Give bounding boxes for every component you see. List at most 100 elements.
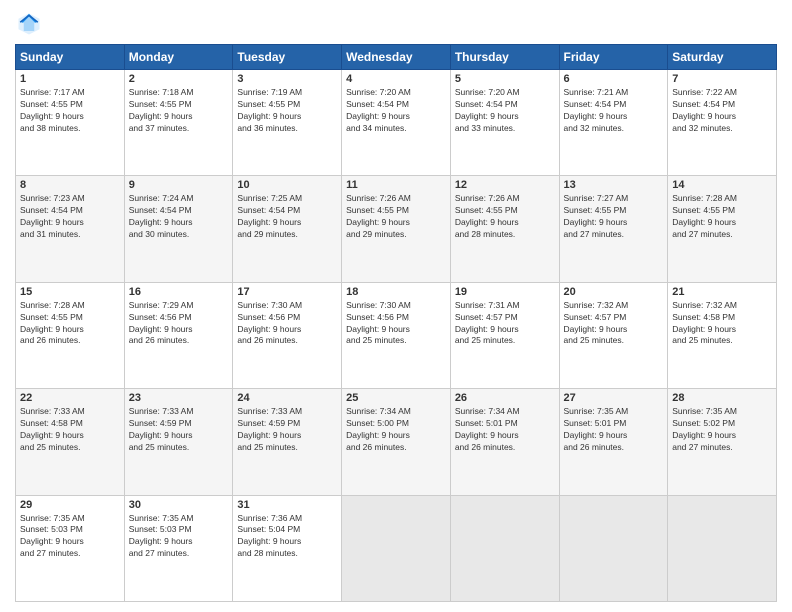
day-info: Sunrise: 7:28 AM Sunset: 4:55 PM Dayligh… — [672, 193, 772, 241]
day-number: 28 — [672, 392, 772, 404]
day-cell: 7 Sunrise: 7:22 AM Sunset: 4:54 PM Daylig… — [668, 70, 777, 176]
day-info: Sunrise: 7:25 AM Sunset: 4:54 PM Dayligh… — [237, 193, 337, 241]
week-row-5: 29 Sunrise: 7:35 AM Sunset: 5:03 PM Dayli… — [16, 495, 777, 601]
day-cell: 9Sunrise: 7:24 AM Sunset: 4:54 PM Daylig… — [124, 176, 233, 282]
day-info: Sunrise: 7:35 AM Sunset: 5:01 PM Dayligh… — [564, 406, 664, 454]
day-number: 13 — [564, 179, 664, 191]
day-cell: 16 Sunrise: 7:29 AM Sunset: 4:56 PM Dayli… — [124, 282, 233, 388]
day-number: 4 — [346, 73, 446, 85]
weekday-header-saturday: Saturday — [668, 45, 777, 70]
day-cell: 13 Sunrise: 7:27 AM Sunset: 4:55 PM Dayli… — [559, 176, 668, 282]
day-number: 31 — [237, 499, 337, 511]
weekday-header-monday: Monday — [124, 45, 233, 70]
day-number: 24 — [237, 392, 337, 404]
day-cell — [450, 495, 559, 601]
day-cell: 24 Sunrise: 7:33 AM Sunset: 4:59 PM Dayli… — [233, 389, 342, 495]
day-info: Sunrise: 7:27 AM Sunset: 4:55 PM Dayligh… — [564, 193, 664, 241]
day-info: Sunrise: 7:30 AM Sunset: 4:56 PM Dayligh… — [346, 300, 446, 348]
day-info: Sunrise: 7:17 AM Sunset: 4:55 PM Dayligh… — [20, 87, 120, 135]
week-row-4: 22 Sunrise: 7:33 AM Sunset: 4:58 PM Dayli… — [16, 389, 777, 495]
day-number: 15 — [20, 286, 120, 298]
day-cell: 25 Sunrise: 7:34 AM Sunset: 5:00 PM Dayli… — [342, 389, 451, 495]
day-info: Sunrise: 7:19 AM Sunset: 4:55 PM Dayligh… — [237, 87, 337, 135]
day-cell: 10 Sunrise: 7:25 AM Sunset: 4:54 PM Dayli… — [233, 176, 342, 282]
day-number: 14 — [672, 179, 772, 191]
weekday-header-wednesday: Wednesday — [342, 45, 451, 70]
weekday-header-sunday: Sunday — [16, 45, 125, 70]
logo-icon — [15, 10, 43, 38]
day-cell: 21 Sunrise: 7:32 AM Sunset: 4:58 PM Dayli… — [668, 282, 777, 388]
day-number: 25 — [346, 392, 446, 404]
day-cell: 22 Sunrise: 7:33 AM Sunset: 4:58 PM Dayli… — [16, 389, 125, 495]
day-cell: 12 Sunrise: 7:26 AM Sunset: 4:55 PM Dayli… — [450, 176, 559, 282]
day-info: Sunrise: 7:31 AM Sunset: 4:57 PM Dayligh… — [455, 300, 555, 348]
weekday-header-friday: Friday — [559, 45, 668, 70]
day-info: Sunrise: 7:34 AM Sunset: 5:00 PM Dayligh… — [346, 406, 446, 454]
day-number: 23 — [129, 392, 229, 404]
logo — [15, 10, 47, 38]
day-cell: 19Sunrise: 7:31 AM Sunset: 4:57 PM Dayli… — [450, 282, 559, 388]
day-number: 27 — [564, 392, 664, 404]
page: SundayMondayTuesdayWednesdayThursdayFrid… — [0, 0, 792, 612]
day-cell: 2 Sunrise: 7:18 AM Sunset: 4:55 PM Daylig… — [124, 70, 233, 176]
day-cell: 6 Sunrise: 7:21 AM Sunset: 4:54 PM Daylig… — [559, 70, 668, 176]
day-info: Sunrise: 7:26 AM Sunset: 4:55 PM Dayligh… — [346, 193, 446, 241]
day-number: 10 — [237, 179, 337, 191]
day-number: 30 — [129, 499, 229, 511]
weekday-header-thursday: Thursday — [450, 45, 559, 70]
day-number: 5 — [455, 73, 555, 85]
day-info: Sunrise: 7:34 AM Sunset: 5:01 PM Dayligh… — [455, 406, 555, 454]
weekday-header-row: SundayMondayTuesdayWednesdayThursdayFrid… — [16, 45, 777, 70]
day-cell: 15Sunrise: 7:28 AM Sunset: 4:55 PM Dayli… — [16, 282, 125, 388]
day-cell: 1 Sunrise: 7:17 AM Sunset: 4:55 PM Daylig… — [16, 70, 125, 176]
day-number: 2 — [129, 73, 229, 85]
day-number: 12 — [455, 179, 555, 191]
day-number: 22 — [20, 392, 120, 404]
day-number: 26 — [455, 392, 555, 404]
day-number: 29 — [20, 499, 120, 511]
day-number: 21 — [672, 286, 772, 298]
day-cell: 31Sunrise: 7:36 AM Sunset: 5:04 PM Dayli… — [233, 495, 342, 601]
day-info: Sunrise: 7:35 AM Sunset: 5:02 PM Dayligh… — [672, 406, 772, 454]
day-cell: 29 Sunrise: 7:35 AM Sunset: 5:03 PM Dayli… — [16, 495, 125, 601]
day-cell: 23 Sunrise: 7:33 AM Sunset: 4:59 PM Dayli… — [124, 389, 233, 495]
day-info: Sunrise: 7:33 AM Sunset: 4:58 PM Dayligh… — [20, 406, 120, 454]
day-info: Sunrise: 7:29 AM Sunset: 4:56 PM Dayligh… — [129, 300, 229, 348]
day-number: 18 — [346, 286, 446, 298]
day-number: 3 — [237, 73, 337, 85]
day-info: Sunrise: 7:32 AM Sunset: 4:58 PM Dayligh… — [672, 300, 772, 348]
day-info: Sunrise: 7:20 AM Sunset: 4:54 PM Dayligh… — [455, 87, 555, 135]
day-cell: 5 Sunrise: 7:20 AM Sunset: 4:54 PM Daylig… — [450, 70, 559, 176]
day-cell: 18 Sunrise: 7:30 AM Sunset: 4:56 PM Dayli… — [342, 282, 451, 388]
day-number: 17 — [237, 286, 337, 298]
day-number: 7 — [672, 73, 772, 85]
day-info: Sunrise: 7:22 AM Sunset: 4:54 PM Dayligh… — [672, 87, 772, 135]
day-cell — [342, 495, 451, 601]
day-cell — [668, 495, 777, 601]
week-row-2: 8 Sunrise: 7:23 AM Sunset: 4:54 PM Daylig… — [16, 176, 777, 282]
day-number: 20 — [564, 286, 664, 298]
day-info: Sunrise: 7:30 AM Sunset: 4:56 PM Dayligh… — [237, 300, 337, 348]
day-number: 1 — [20, 73, 120, 85]
calendar-table: SundayMondayTuesdayWednesdayThursdayFrid… — [15, 44, 777, 602]
day-cell: 11Sunrise: 7:26 AM Sunset: 4:55 PM Dayli… — [342, 176, 451, 282]
day-cell: 17 Sunrise: 7:30 AM Sunset: 4:56 PM Dayli… — [233, 282, 342, 388]
day-cell — [559, 495, 668, 601]
day-cell: 3 Sunrise: 7:19 AM Sunset: 4:55 PM Daylig… — [233, 70, 342, 176]
day-cell: 26 Sunrise: 7:34 AM Sunset: 5:01 PM Dayli… — [450, 389, 559, 495]
day-info: Sunrise: 7:21 AM Sunset: 4:54 PM Dayligh… — [564, 87, 664, 135]
day-number: 16 — [129, 286, 229, 298]
day-info: Sunrise: 7:23 AM Sunset: 4:54 PM Dayligh… — [20, 193, 120, 241]
weekday-header-tuesday: Tuesday — [233, 45, 342, 70]
day-info: Sunrise: 7:26 AM Sunset: 4:55 PM Dayligh… — [455, 193, 555, 241]
day-info: Sunrise: 7:33 AM Sunset: 4:59 PM Dayligh… — [237, 406, 337, 454]
day-number: 6 — [564, 73, 664, 85]
day-info: Sunrise: 7:33 AM Sunset: 4:59 PM Dayligh… — [129, 406, 229, 454]
day-cell: 27 Sunrise: 7:35 AM Sunset: 5:01 PM Dayli… — [559, 389, 668, 495]
day-number: 8 — [20, 179, 120, 191]
header — [15, 10, 777, 38]
day-info: Sunrise: 7:20 AM Sunset: 4:54 PM Dayligh… — [346, 87, 446, 135]
day-cell: 20Sunrise: 7:32 AM Sunset: 4:57 PM Dayli… — [559, 282, 668, 388]
day-info: Sunrise: 7:18 AM Sunset: 4:55 PM Dayligh… — [129, 87, 229, 135]
day-info: Sunrise: 7:35 AM Sunset: 5:03 PM Dayligh… — [20, 513, 120, 561]
